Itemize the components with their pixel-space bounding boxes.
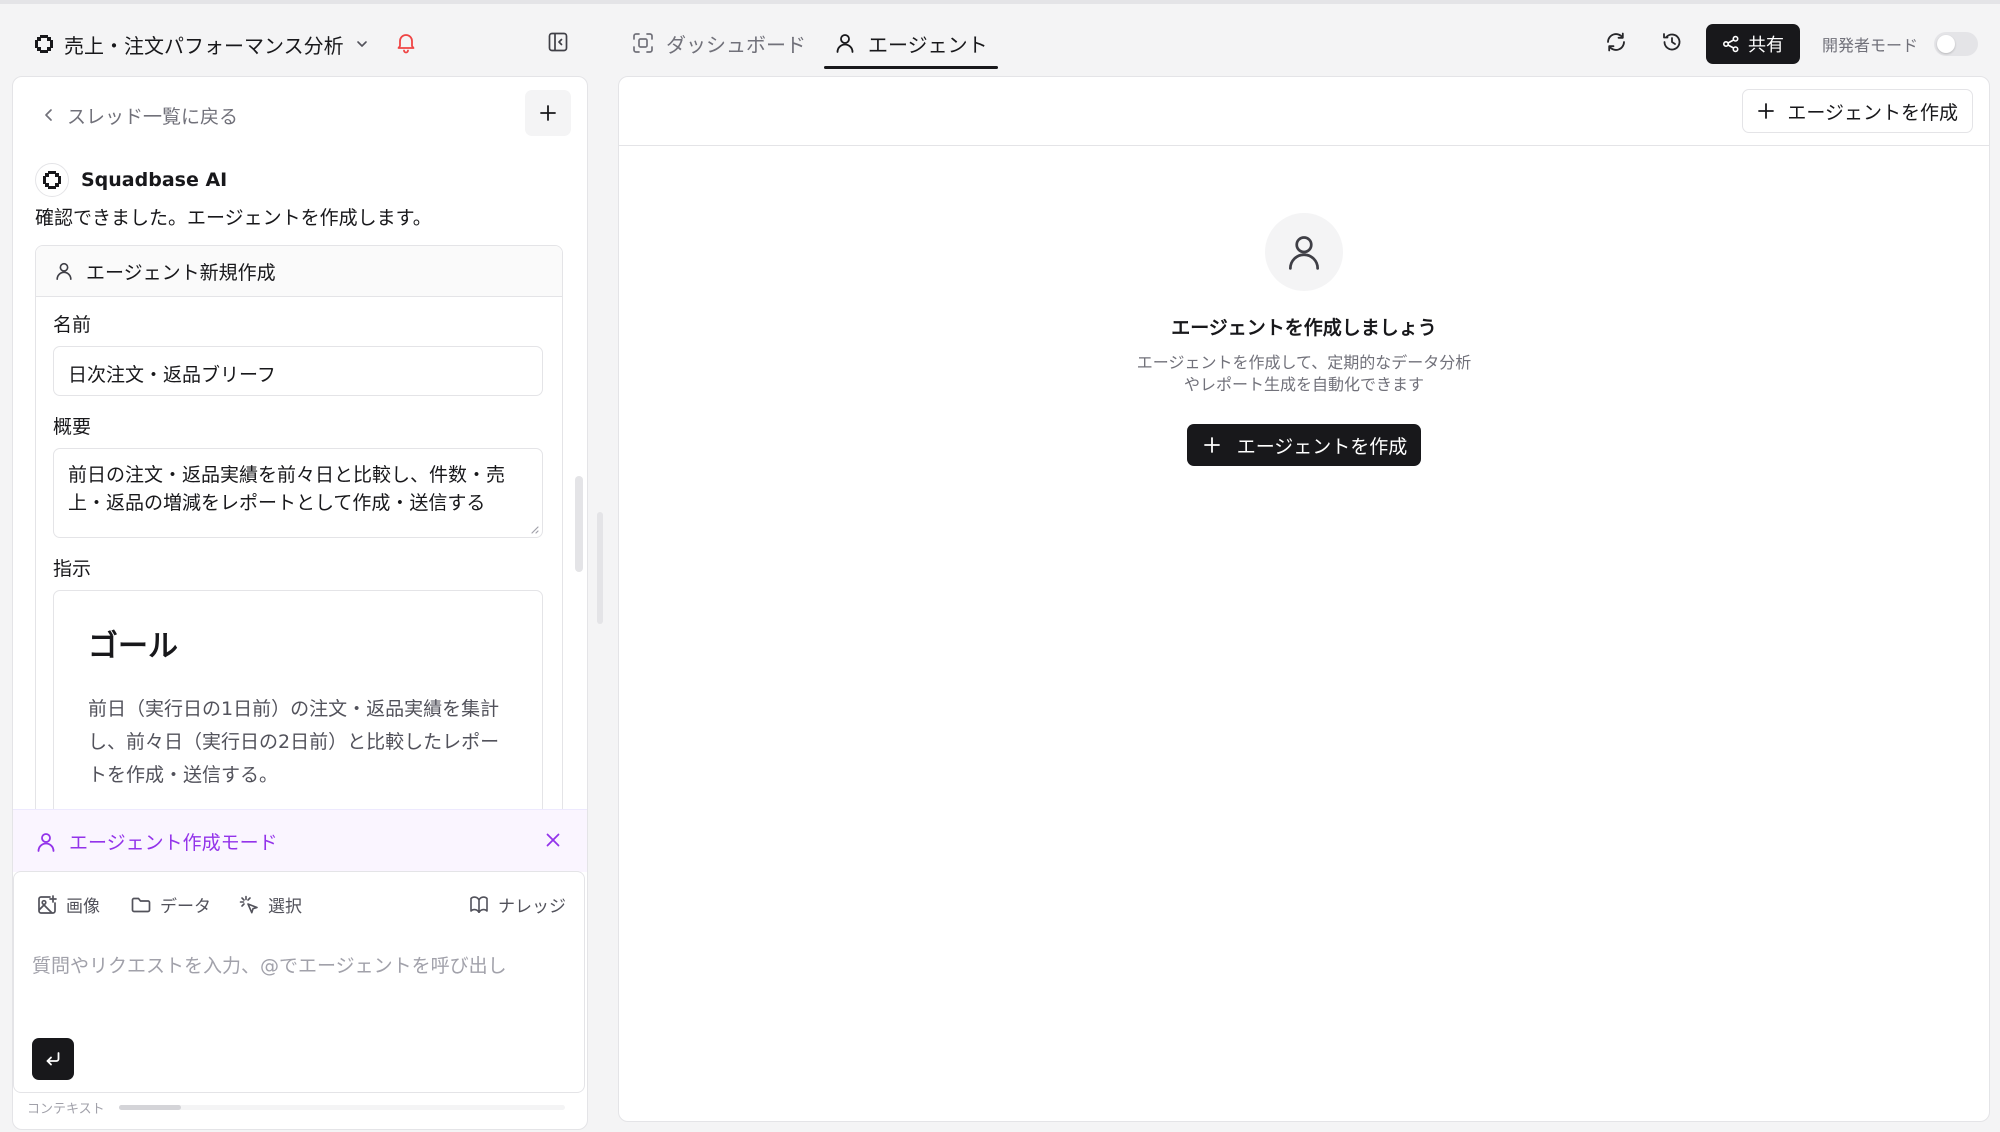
user-icon [834,32,856,54]
collapse-sidebar-icon[interactable] [546,30,570,54]
context-usage: コンテキスト [27,1098,565,1117]
context-usage-fill [118,1105,182,1110]
top-bar: 売上・注文パフォーマンス分析 ダッシュボード エージェント 共有 開発者モード [0,4,2000,76]
send-button[interactable] [32,1038,74,1080]
chat-panel: スレッド一覧に戻る Squadbase AI 確認できました。エージェントを作成… [12,76,588,1130]
share-button[interactable]: 共有 [1706,24,1800,64]
attach-image-button[interactable]: 画像 [36,892,100,917]
user-icon [35,831,57,853]
image-label: 画像 [66,897,100,917]
empty-create-agent-label: エージェントを作成 [1236,435,1408,458]
instructions-label: 指示 [53,558,92,580]
tab-agents[interactable]: エージェント [834,18,988,68]
history-icon[interactable] [1660,30,1684,54]
dev-mode-label: 開発者モード [1822,36,1919,55]
new-thread-button[interactable] [525,90,571,136]
project-title: 売上・注文パフォーマンス分析 [64,33,344,58]
empty-state-avatar [1265,213,1343,291]
back-to-threads-link[interactable]: スレッド一覧に戻る [41,99,238,131]
toggle-knob [1937,35,1955,53]
empty-state-description: エージェントを作成して、定期的なデータ分析やレポート生成を自動化できます [1136,353,1472,394]
create-agent-label: エージェントを作成 [1787,101,1958,124]
knowledge-label: ナレッジ [498,897,566,917]
dev-mode-toggle[interactable] [1934,32,1978,56]
empty-state-title: エージェントを作成しましょう [1171,317,1437,339]
agent-description-field[interactable]: 前日の注文・返品実績を前々日と比較し、件数・売上・返品の増減をレポートとして作成… [53,448,543,538]
card-header: エージェント新規作成 [36,246,562,297]
agent-name-field[interactable]: 日次注文・返品ブリーフ [53,346,543,396]
user-icon [54,261,74,281]
resize-handle-icon[interactable] [529,524,539,534]
close-icon[interactable] [543,830,563,850]
agent-mode-bar: エージェント作成モード [13,809,587,872]
chevron-down-icon [354,36,370,52]
panel-resize-handle[interactable] [597,512,603,624]
name-label: 名前 [53,314,92,336]
active-tab-indicator [824,66,998,69]
ai-name: Squadbase AI [81,169,228,191]
empty-state: エージェントを作成しましょう エージェントを作成して、定期的なデータ分析やレポー… [619,213,1989,466]
notification-bell-icon[interactable] [394,30,418,54]
plus-icon [539,104,557,122]
tab-label: エージェント [868,32,988,57]
tab-label: ダッシュボード [666,32,806,57]
chat-scrollbar[interactable] [575,476,583,572]
agents-panel: エージェントを作成 エージェントを作成しましょう エージェントを作成して、定期的… [618,76,1990,1122]
message-input[interactable] [30,954,554,978]
ai-avatar [35,163,69,197]
plus-icon [1757,102,1775,120]
project-selector[interactable]: 売上・注文パフォーマンス分析 [34,24,370,64]
instructions-body: 前日（実行日の1日前）の注文・返品実績を集計し、前々日（実行日の2日前）と比較し… [88,698,500,786]
plus-icon [1203,436,1221,454]
share-icon [1722,35,1740,53]
agent-mode-indicator: エージェント作成モード [35,828,278,855]
empty-create-agent-button[interactable]: エージェントを作成 [1186,424,1422,466]
context-usage-bar [118,1105,565,1110]
description-text: 前日の注文・返品実績を前々日と比較し、件数・売上・返品の増減をレポートとして作成… [68,464,506,514]
card-title: エージェント新規作成 [86,261,276,284]
ai-message-header: Squadbase AI [35,163,227,197]
ai-message-text: 確認できました。エージェントを作成します。 [35,207,432,229]
description-label: 概要 [53,416,92,438]
attach-data-button[interactable]: データ [130,892,211,917]
squadbase-logo-icon [34,34,54,54]
share-label: 共有 [1748,35,1784,56]
context-label: コンテキスト [27,1102,105,1117]
knowledge-button[interactable]: ナレッジ [468,892,566,917]
book-open-icon [468,894,490,916]
tab-dashboard[interactable]: ダッシュボード [632,18,806,68]
cursor-click-icon [238,894,260,916]
enter-icon [43,1049,63,1069]
select-label: 選択 [268,897,302,917]
agents-header: エージェントを作成 [619,77,1989,146]
create-agent-button[interactable]: エージェントを作成 [1742,89,1973,133]
squadbase-logo-icon [42,170,62,190]
message-composer: 画像 データ 選択 ナレッジ [13,871,585,1093]
user-icon [1284,232,1324,272]
agent-mode-label: エージェント作成モード [69,832,278,854]
image-icon [36,894,58,916]
folder-icon [130,894,152,916]
refresh-icon[interactable] [1604,30,1628,54]
dashboard-icon [632,32,654,54]
select-element-button[interactable]: 選択 [238,892,302,917]
agent-create-card: エージェント新規作成 名前 日次注文・返品ブリーフ 概要 前日の注文・返品実績を… [35,245,563,887]
back-label: スレッド一覧に戻る [67,105,239,128]
instructions-heading: ゴール [88,629,178,664]
chevron-left-icon [41,107,57,123]
data-label: データ [160,897,211,917]
